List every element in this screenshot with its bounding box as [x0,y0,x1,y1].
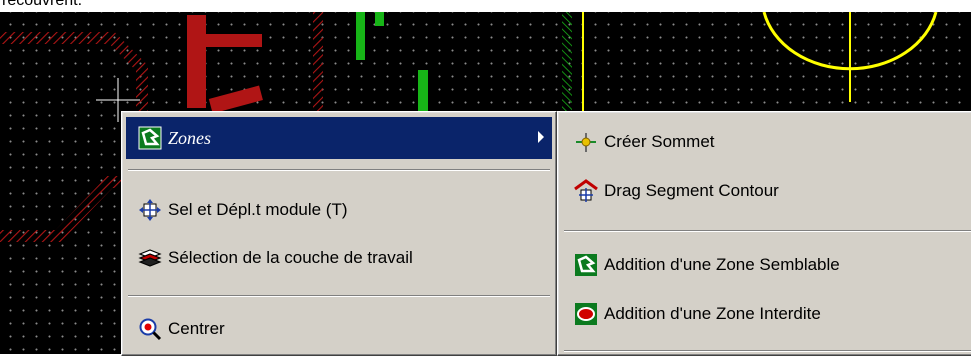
add-forbidden-zone-icon [575,303,597,325]
green-track [418,70,428,112]
red-zone-outline [0,32,148,112]
menu-item-center[interactable]: Centrer [126,308,552,350]
menu-item-label: Addition d'une Zone Interdite [604,304,821,323]
submenu-item-add-similar-zone[interactable]: Addition d'une Zone Semblable [562,244,971,286]
layers-icon [138,249,162,267]
menu-separator [564,230,971,232]
submenu-item-add-forbidden-zone[interactable]: Addition d'une Zone Interdite [562,293,971,335]
red-zone-outline-lower [0,176,121,242]
move-module-icon [139,199,161,221]
zone-icon [138,126,162,150]
green-hatch [562,12,572,112]
menu-item-zones[interactable]: Zones [126,117,552,159]
add-corner-icon [576,133,596,152]
menu-separator [128,169,550,171]
caption-text: recouvrent. [2,0,83,9]
green-track [375,12,384,26]
green-track [356,12,365,60]
submenu-item-create-corner[interactable]: Créer Sommet [562,121,971,163]
submenu-item-drag-segment[interactable]: Drag Segment Contour [562,170,971,212]
menu-item-move-module[interactable]: Sel et Dépl.t module (T) [126,189,552,231]
menu-item-label: Centrer [168,319,225,338]
menu-separator [564,350,971,352]
menu-separator [128,295,550,297]
menu-item-label: Sel et Dépl.t module (T) [168,200,348,219]
menu-item-label: Zones [168,127,212,148]
menu-item-label: Créer Sommet [604,132,715,151]
context-menu: Zones Sel et Dépl.t module (T) Sélection… [121,111,557,356]
submenu-arrow-icon [538,131,544,143]
menu-item-label: Drag Segment Contour [604,181,779,200]
add-similar-zone-icon [575,254,597,276]
menu-item-label: Addition d'une Zone Semblable [604,255,840,274]
menu-item-label: Sélection de la couche de travail [168,248,413,267]
red-track [208,85,263,114]
zones-submenu: Créer Sommet Drag Segment Contour Additi… [557,111,971,356]
center-zoom-icon [139,318,162,341]
caption-strip: recouvrent. [0,0,971,12]
drag-segment-icon [574,179,598,202]
red-track [187,15,206,108]
red-track [187,34,262,47]
menu-item-select-layer[interactable]: Sélection de la couche de travail [126,237,552,279]
